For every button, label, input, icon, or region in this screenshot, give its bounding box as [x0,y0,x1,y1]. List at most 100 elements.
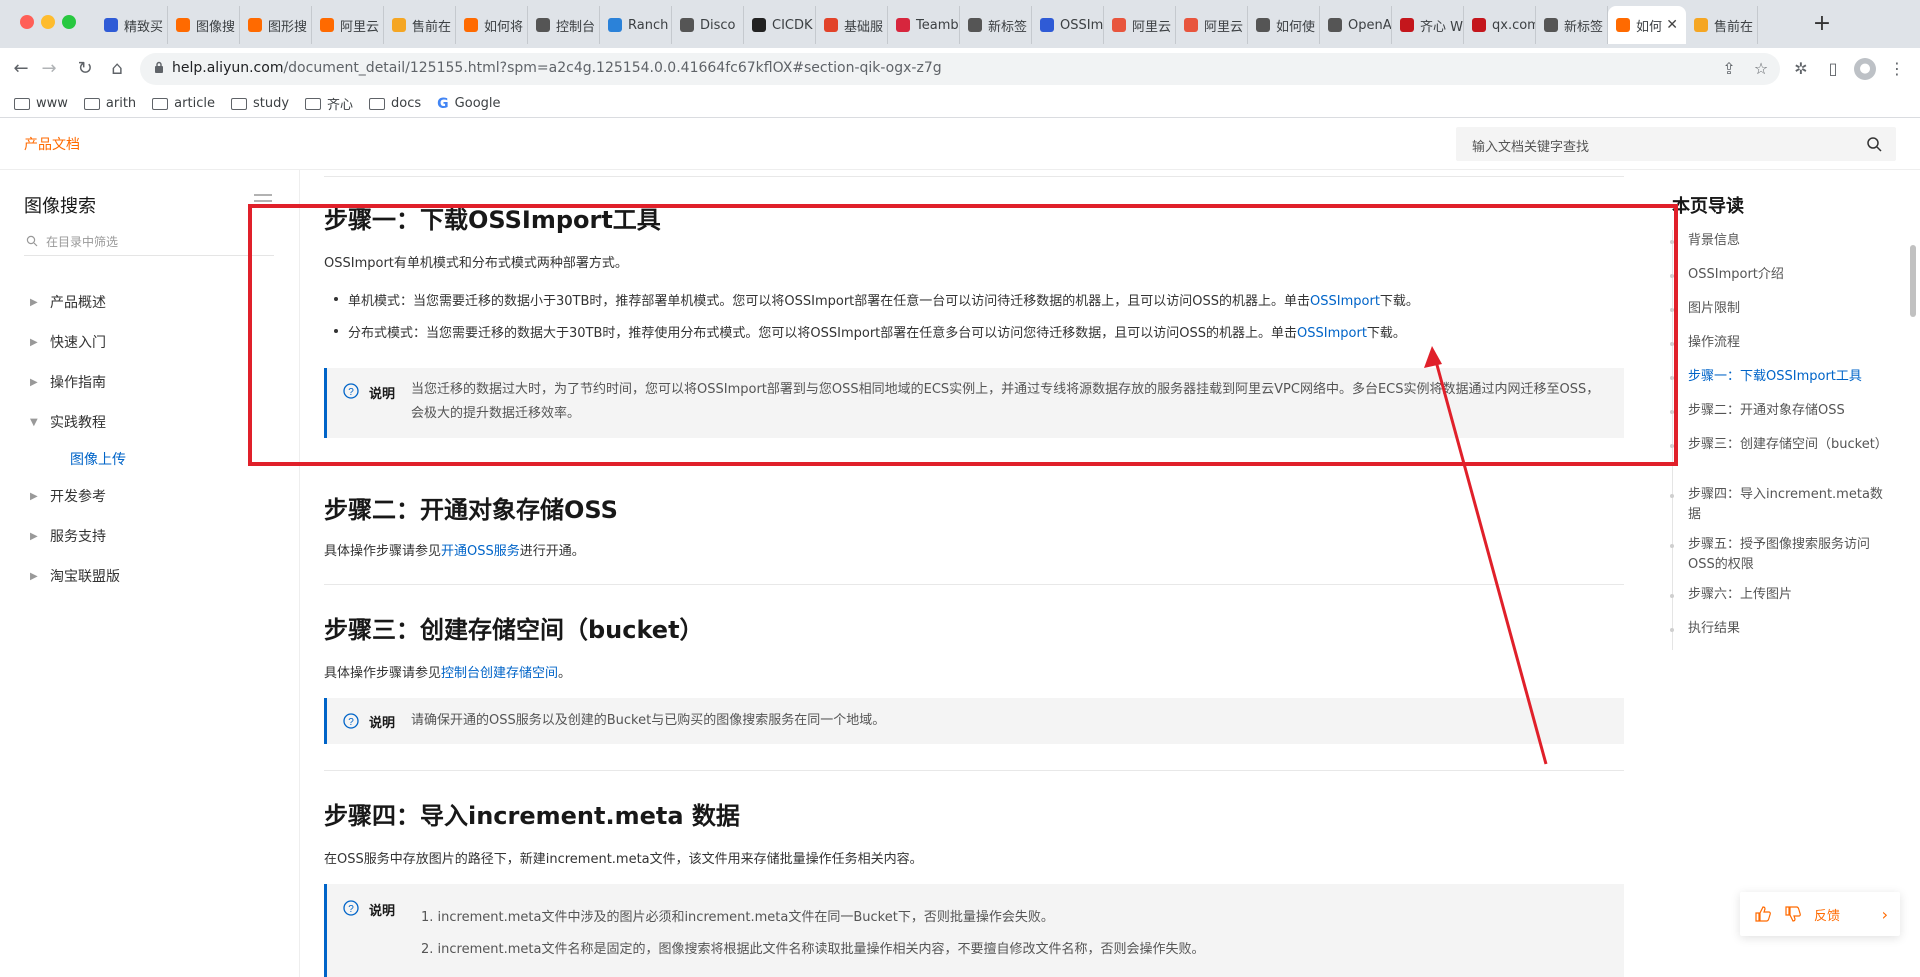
tab-label: 控制台 [556,19,596,35]
sidebar-item[interactable]: ▶ 操作指南 [24,362,284,402]
ossimport-download-link-2[interactable]: OSSImport [1297,326,1367,341]
tab-favicon-icon [320,18,334,32]
toc-item[interactable]: 步骤六：上传图片 [1670,585,1888,605]
sidebar-subitem[interactable]: 图像上传 [24,442,284,476]
bookmark-label: article [174,96,215,111]
caret-right-icon[interactable]: ▶ [30,531,50,542]
toc-item[interactable]: 步骤一：下载OSSImport工具 [1670,367,1888,387]
bookmark-item[interactable]: G Google [437,96,500,112]
tab-favicon-icon [392,18,406,32]
toc-item[interactable]: 图片限制 [1670,299,1888,319]
share-icon[interactable]: ⇪ [1718,58,1740,80]
feedback-widget[interactable]: 反馈 › [1740,892,1900,936]
step3-heading: 步骤三：创建存储空间（bucket） [324,616,704,644]
browser-tab[interactable]: 精致买 [96,6,168,44]
back-arrow-icon[interactable]: ← [8,56,34,82]
browser-tab[interactable]: Ranch [600,6,672,44]
sidebar-item[interactable]: ▶ 快速入门 [24,322,284,362]
minimize-window-button[interactable] [41,15,55,29]
browser-tab[interactable]: Teamb [888,6,960,44]
browser-tab[interactable]: 售前在 [384,6,456,44]
browser-tab[interactable]: 如何将 [456,6,528,44]
browser-tab[interactable]: 齐心 W [1392,6,1464,44]
tab-favicon-icon [1256,18,1270,32]
caret-right-icon[interactable]: ▶ [30,337,50,348]
browser-tab[interactable]: Disco [672,6,744,44]
sidebar-item[interactable]: ▶ 淘宝联盟版 [24,556,284,596]
tab-label: Disco [700,17,736,33]
browser-tab[interactable]: 基础服 [816,6,888,44]
sidebar-title: 图像搜索 [24,196,96,217]
browser-tab[interactable]: 新标签 [1536,6,1608,44]
browser-tab[interactable]: OSSIm [1032,6,1104,44]
browser-tab[interactable]: 图像搜 [168,6,240,44]
browser-tab[interactable]: qx.com [1464,6,1536,44]
browser-tab[interactable]: OpenA [1320,6,1392,44]
doc-search-box[interactable]: 输入文档关键字查找 [1456,127,1896,161]
zoom-window-button[interactable] [62,15,76,29]
address-bar[interactable]: help.aliyun.com/document_detail/125155.h… [140,53,1780,85]
side-panel-icon[interactable]: ▯ [1822,58,1844,80]
caret-right-icon[interactable]: ▶ [30,377,50,388]
caret-right-icon[interactable]: ▶ [30,297,50,308]
caret-right-icon[interactable]: ▶ [30,571,50,582]
sidebar-item-label: 开发参考 [50,489,106,505]
page-scrollbar[interactable] [1910,245,1916,317]
new-tab-button[interactable]: + [1808,10,1836,38]
reload-icon[interactable]: ↻ [72,56,98,82]
bookmark-item[interactable]: www [14,96,68,111]
browser-tab[interactable]: 阿里云 [312,6,384,44]
chevron-right-icon[interactable]: › [1882,905,1888,924]
ossimport-download-link-1[interactable]: OSSImport [1310,294,1380,309]
toc-item[interactable]: OSSImport介绍 [1670,265,1888,285]
sidebar-item[interactable]: ▶ 产品概述 [24,282,284,322]
forward-arrow-icon[interactable]: → [36,56,62,82]
caret-down-icon[interactable]: ▼ [30,417,50,428]
sidebar-item[interactable]: ▼ 实践教程 [24,402,284,442]
browser-tab[interactable]: 阿里云 [1176,6,1248,44]
profile-avatar-icon[interactable]: ● [1854,58,1876,80]
bookmark-item[interactable]: arith [83,96,136,111]
close-tab-icon[interactable]: ✕ [1666,17,1678,33]
browser-tab[interactable]: 阿里云 [1104,6,1176,44]
toc-item[interactable]: 操作流程 [1670,333,1888,353]
browser-tab[interactable]: 如何使 [1248,6,1320,44]
thumbs-up-icon[interactable] [1754,905,1772,923]
browser-tab[interactable]: 图形搜 [240,6,312,44]
bookmark-star-icon[interactable]: ☆ [1750,58,1772,80]
browser-tab[interactable]: 控制台 [528,6,600,44]
close-window-button[interactable] [20,15,34,29]
bookmark-item[interactable]: docs [369,96,421,111]
toc-item[interactable]: 执行结果 [1670,619,1888,639]
browser-tab[interactable]: 新标签 [960,6,1032,44]
collapse-sidebar-icon[interactable] [254,194,272,208]
toc-item[interactable]: 步骤五：授予图像搜索服务访问OSS的权限 [1670,535,1888,575]
sidebar-item-label: 操作指南 [50,375,106,391]
caret-right-icon[interactable]: ▶ [30,491,50,502]
toc-item[interactable]: 步骤二：开通对象存储OSS [1670,401,1888,421]
bookmark-item[interactable]: 齐心 [305,94,353,113]
enable-oss-link[interactable]: 开通OSS服务 [441,544,520,559]
toc-item[interactable]: 步骤三：创建存储空间（bucket） [1670,435,1888,455]
sidebar-filter-input[interactable]: 在目录中筛选 [24,226,274,256]
feedback-label[interactable]: 反馈 [1814,905,1840,924]
tab-label: 如何将 [484,19,524,35]
search-icon[interactable] [1866,136,1882,152]
browser-menu-icon[interactable]: ⋮ [1886,58,1908,80]
bookmark-item[interactable]: article [152,96,215,111]
step1-intro: OSSImport有单机模式和分布式模式两种部署方式。 [324,256,628,271]
browser-tab[interactable]: 售前在 [1686,6,1758,44]
extensions-puzzle-icon[interactable]: ✲ [1790,58,1812,80]
thumbs-down-icon[interactable] [1784,905,1802,923]
toc-item[interactable]: 步骤四：导入increment.meta数据 [1670,485,1888,525]
product-docs-link[interactable]: 产品文档 [24,134,80,154]
create-bucket-link[interactable]: 控制台创建存储空间 [441,666,558,681]
home-icon[interactable]: ⌂ [104,56,130,82]
toc-item[interactable]: 背景信息 [1670,231,1888,251]
sidebar-item[interactable]: ▶ 开发参考 [24,476,284,516]
browser-tab[interactable]: 如何 ✕ [1608,6,1686,44]
doc-content: 步骤一：下载OSSImport工具 OSSImport有单机模式和分布式模式两种… [324,170,1624,977]
browser-tab[interactable]: CICDK [744,6,816,44]
bookmark-item[interactable]: study [230,96,289,111]
sidebar-item[interactable]: ▶ 服务支持 [24,516,284,556]
